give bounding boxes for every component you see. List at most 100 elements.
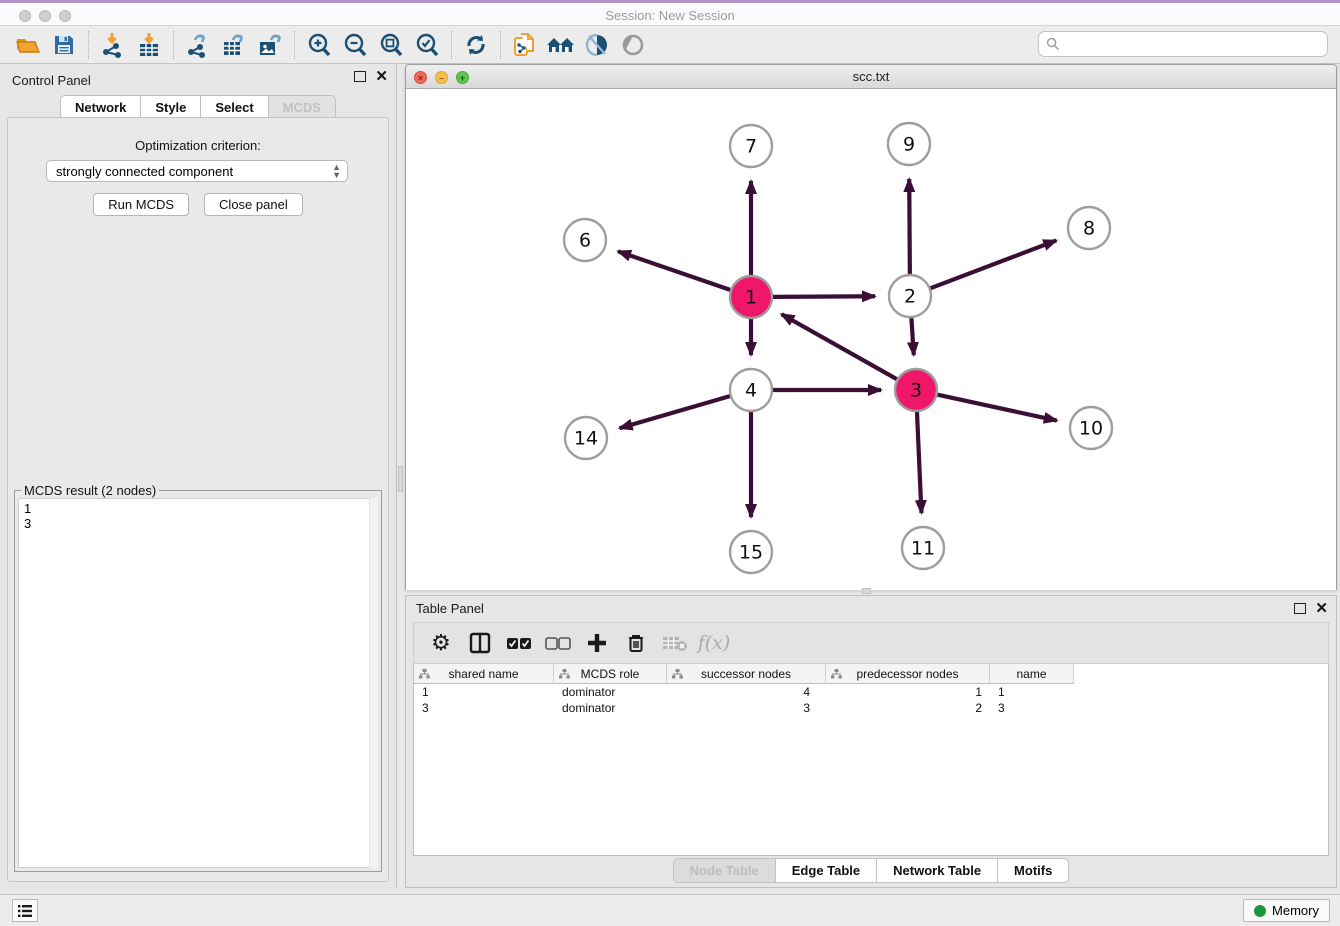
zoom-in-button[interactable] xyxy=(301,29,337,61)
export-image-icon xyxy=(257,32,283,58)
criterion-value: strongly connected component xyxy=(56,164,233,179)
eye-button[interactable] xyxy=(615,29,651,61)
toolbar-separator xyxy=(500,31,501,59)
graph-edge-3-11[interactable] xyxy=(917,412,921,513)
criterion-select[interactable]: strongly connected component ▲▼ xyxy=(46,160,348,182)
duplicate-network-icon xyxy=(512,32,538,58)
open-folder-icon xyxy=(15,32,41,58)
open-file-button[interactable] xyxy=(10,29,46,61)
duplicate-network-button[interactable] xyxy=(507,29,543,61)
cell-successor-nodes: 3 xyxy=(667,700,826,716)
select-all-columns-button[interactable] xyxy=(502,626,536,660)
deselect-all-icon xyxy=(545,637,571,650)
graph-edge-2-9[interactable] xyxy=(909,179,910,274)
graph-edge-2-8[interactable] xyxy=(931,240,1057,288)
cell-mcds-role: dominator xyxy=(554,684,667,700)
function-builder-button[interactable]: f(x) xyxy=(697,626,731,660)
fx-icon: f(x) xyxy=(698,632,731,654)
network-canvas[interactable]: 7968124314101511 xyxy=(406,89,1336,590)
cell-shared-name: 1 xyxy=(414,684,554,700)
export-image-button[interactable] xyxy=(252,29,288,61)
graph-node-label-4: 4 xyxy=(745,380,757,402)
hierarchy-icon xyxy=(672,669,683,679)
style-visibility-button[interactable] xyxy=(579,29,615,61)
network-window: × – + scc.txt 7968124314101511 xyxy=(405,64,1337,590)
export-table-button[interactable] xyxy=(216,29,252,61)
tab-edge-table[interactable]: Edge Table xyxy=(775,858,876,883)
table-settings-button[interactable]: ⚙ xyxy=(424,626,458,660)
graph-node-label-15: 15 xyxy=(739,542,763,564)
control-panel-title: Control Panel xyxy=(12,73,91,88)
graph-node-label-6: 6 xyxy=(579,230,591,252)
graph-node-label-14: 14 xyxy=(574,428,598,450)
table-row[interactable]: 3 dominator 3 2 3 xyxy=(414,700,1328,716)
column-header-successor-nodes[interactable]: successor nodes xyxy=(667,664,826,684)
deselect-all-columns-button[interactable] xyxy=(541,626,575,660)
column-header-shared-name[interactable]: shared name xyxy=(414,664,554,684)
cell-name: 1 xyxy=(990,684,1074,700)
graph-node-label-9: 9 xyxy=(903,134,915,156)
close-panel-icon[interactable]: ✕ xyxy=(375,71,388,82)
column-header-predecessor-nodes[interactable]: predecessor nodes xyxy=(826,664,990,684)
hierarchy-icon xyxy=(419,669,430,679)
import-table-button[interactable] xyxy=(131,29,167,61)
graph-node-label-2: 2 xyxy=(904,286,916,308)
search-input[interactable] xyxy=(1060,37,1327,52)
graph-edge-3-1[interactable] xyxy=(781,314,896,379)
memory-button[interactable]: Memory xyxy=(1243,899,1330,922)
close-table-panel-icon[interactable]: ✕ xyxy=(1315,603,1328,614)
home-icon xyxy=(546,32,576,58)
search-field[interactable] xyxy=(1038,31,1328,57)
close-panel-button[interactable]: Close panel xyxy=(204,193,303,216)
column-header-name[interactable]: name xyxy=(990,664,1074,684)
graph-node-label-10: 10 xyxy=(1079,418,1103,440)
horizontal-splitter-handle[interactable] xyxy=(862,588,871,594)
mcds-result-text[interactable]: 1 3 xyxy=(18,498,378,868)
add-column-button[interactable] xyxy=(580,626,614,660)
table-tabs: Node Table Edge Table Network Table Moti… xyxy=(406,858,1336,883)
delete-table-button[interactable] xyxy=(658,626,692,660)
run-mcds-button[interactable]: Run MCDS xyxy=(93,193,189,216)
zoom-out-button[interactable] xyxy=(337,29,373,61)
float-panel-icon[interactable] xyxy=(354,71,366,82)
eye-icon xyxy=(620,32,646,58)
cell-shared-name: 3 xyxy=(414,700,554,716)
save-session-button[interactable] xyxy=(46,29,82,61)
column-header-mcds-role[interactable]: MCDS role xyxy=(554,664,667,684)
split-columns-icon xyxy=(469,632,491,654)
mcds-result-group: MCDS result (2 nodes) 1 3 xyxy=(14,490,382,872)
delete-column-button[interactable] xyxy=(619,626,653,660)
refresh-button[interactable] xyxy=(458,29,494,61)
graph-edge-1-6[interactable] xyxy=(618,251,730,289)
zoom-selected-button[interactable] xyxy=(409,29,445,61)
tab-node-table[interactable]: Node Table xyxy=(673,858,775,883)
tab-motifs[interactable]: Motifs xyxy=(997,858,1069,883)
gear-icon: ⚙ xyxy=(431,631,451,656)
graph-edge-3-10[interactable] xyxy=(937,395,1056,421)
hierarchy-icon xyxy=(559,669,570,679)
export-network-button[interactable] xyxy=(180,29,216,61)
list-icon xyxy=(17,904,33,918)
node-table: shared name MCDS role successor nodes pr… xyxy=(413,664,1329,856)
graph-node-label-8: 8 xyxy=(1083,218,1095,240)
tab-network-table[interactable]: Network Table xyxy=(876,858,997,883)
export-table-icon xyxy=(221,32,247,58)
result-scrollbar[interactable] xyxy=(369,498,378,868)
split-columns-button[interactable] xyxy=(463,626,497,660)
main-toolbar xyxy=(0,26,1340,64)
graph-edge-1-2[interactable] xyxy=(773,296,875,297)
toolbar-separator xyxy=(451,31,452,59)
zoom-fit-button[interactable] xyxy=(373,29,409,61)
table-header-row: shared name MCDS role successor nodes pr… xyxy=(414,664,1328,684)
task-history-button[interactable] xyxy=(12,899,38,922)
graph-edge-4-14[interactable] xyxy=(620,396,730,428)
network-title: scc.txt xyxy=(406,69,1336,84)
home-layout-button[interactable] xyxy=(543,29,579,61)
network-window-titlebar[interactable]: × – + scc.txt xyxy=(406,65,1336,89)
import-network-button[interactable] xyxy=(95,29,131,61)
graph-edge-2-3[interactable] xyxy=(911,318,913,355)
vertical-splitter-handle[interactable] xyxy=(398,466,403,492)
float-table-panel-icon[interactable] xyxy=(1294,603,1306,614)
cell-mcds-role: dominator xyxy=(554,700,667,716)
table-row[interactable]: 1 dominator 4 1 1 xyxy=(414,684,1328,700)
